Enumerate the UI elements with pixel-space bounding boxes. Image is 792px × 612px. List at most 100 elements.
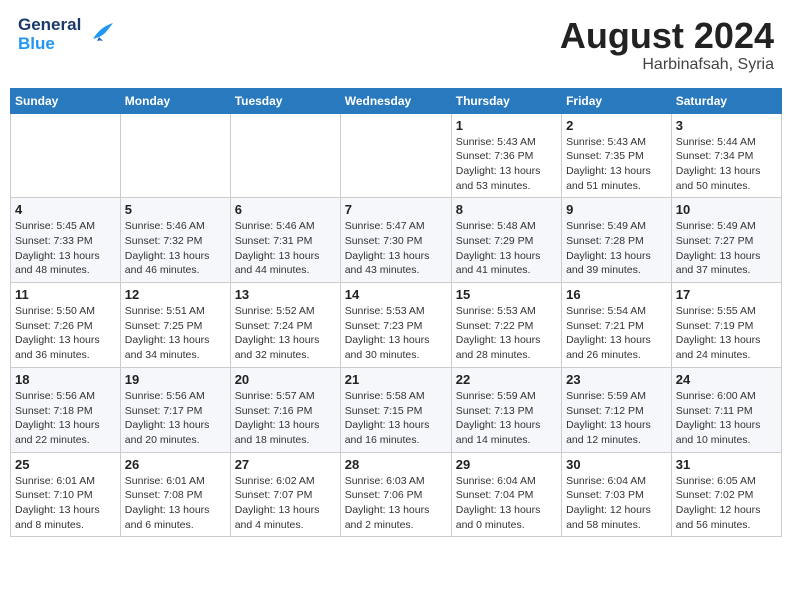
calendar-cell: 8Sunrise: 5:48 AMSunset: 7:29 PMDaylight… <box>451 198 561 283</box>
calendar-cell: 9 Sunrise: 5:49 AMSunset: 7:28 PMDaylight… <box>562 198 672 283</box>
day-info: Sunrise: 5:51 AMSunset: 7:25 PMDaylight:… <box>125 304 226 363</box>
calendar-cell: 17 Sunrise: 5:55 AMSunset: 7:19 PMDayligh… <box>671 283 781 368</box>
day-number: 7 <box>345 202 447 217</box>
day-number: 22 <box>456 372 557 387</box>
weekday-header-monday: Monday <box>120 88 230 113</box>
calendar-cell: 22 Sunrise: 5:59 AMSunset: 7:13 PMDayligh… <box>451 367 561 452</box>
day-info: Sunrise: 5:59 AMSunset: 7:13 PMDaylight:… <box>456 389 557 448</box>
calendar-cell: 20 Sunrise: 5:57 AMSunset: 7:16 PMDayligh… <box>230 367 340 452</box>
day-number: 4 <box>15 202 116 217</box>
calendar-cell: 24 Sunrise: 6:00 AMSunset: 7:11 PMDayligh… <box>671 367 781 452</box>
day-info: Sunrise: 5:53 AMSunset: 7:23 PMDaylight:… <box>345 304 447 363</box>
day-number: 17 <box>676 287 777 302</box>
day-number: 29 <box>456 457 557 472</box>
day-info: Sunrise: 5:58 AMSunset: 7:15 PMDaylight:… <box>345 389 447 448</box>
calendar-cell: 2 Sunrise: 5:43 AMSunset: 7:35 PMDaylight… <box>562 113 672 198</box>
day-number: 1 <box>456 118 557 133</box>
day-info: Sunrise: 6:04 AMSunset: 7:04 PMDaylight:… <box>456 474 557 533</box>
calendar-cell: 21Sunrise: 5:58 AMSunset: 7:15 PMDayligh… <box>340 367 451 452</box>
logo-blue: Blue <box>18 35 81 54</box>
day-info: Sunrise: 5:56 AMSunset: 7:17 PMDaylight:… <box>125 389 226 448</box>
calendar-cell: 6 Sunrise: 5:46 AMSunset: 7:31 PMDaylight… <box>230 198 340 283</box>
calendar-cell: 30Sunrise: 6:04 AMSunset: 7:03 PMDayligh… <box>562 452 672 537</box>
page-header: General Blue August 2024 Harbinafsah, Sy… <box>10 10 782 80</box>
day-number: 14 <box>345 287 447 302</box>
calendar-cell: 5Sunrise: 5:46 AMSunset: 7:32 PMDaylight… <box>120 198 230 283</box>
weekday-header-thursday: Thursday <box>451 88 561 113</box>
title-block: August 2024 Harbinafsah, Syria <box>560 16 774 74</box>
calendar-cell: 16Sunrise: 5:54 AMSunset: 7:21 PMDayligh… <box>562 283 672 368</box>
week-row-1: 1 Sunrise: 5:43 AMSunset: 7:36 PMDaylight… <box>11 113 782 198</box>
day-number: 31 <box>676 457 777 472</box>
weekday-header-wednesday: Wednesday <box>340 88 451 113</box>
day-number: 13 <box>235 287 336 302</box>
weekday-header-friday: Friday <box>562 88 672 113</box>
day-number: 26 <box>125 457 226 472</box>
calendar-cell <box>11 113 121 198</box>
day-number: 27 <box>235 457 336 472</box>
day-info: Sunrise: 5:43 AMSunset: 7:36 PMDaylight:… <box>456 135 557 194</box>
day-number: 23 <box>566 372 667 387</box>
day-number: 16 <box>566 287 667 302</box>
calendar-cell: 28 Sunrise: 6:03 AMSunset: 7:06 PMDayligh… <box>340 452 451 537</box>
calendar-cell <box>230 113 340 198</box>
day-info: Sunrise: 6:02 AMSunset: 7:07 PMDaylight:… <box>235 474 336 533</box>
day-info: Sunrise: 5:52 AMSunset: 7:24 PMDaylight:… <box>235 304 336 363</box>
day-info: Sunrise: 5:50 AMSunset: 7:26 PMDaylight:… <box>15 304 116 363</box>
day-info: Sunrise: 5:56 AMSunset: 7:18 PMDaylight:… <box>15 389 116 448</box>
day-info: Sunrise: 5:43 AMSunset: 7:35 PMDaylight:… <box>566 135 667 194</box>
day-info: Sunrise: 6:05 AMSunset: 7:02 PMDaylight:… <box>676 474 777 533</box>
calendar-cell <box>120 113 230 198</box>
day-info: Sunrise: 5:47 AMSunset: 7:30 PMDaylight:… <box>345 219 447 278</box>
day-number: 30 <box>566 457 667 472</box>
calendar-cell: 15Sunrise: 5:53 AMSunset: 7:22 PMDayligh… <box>451 283 561 368</box>
day-info: Sunrise: 5:44 AMSunset: 7:34 PMDaylight:… <box>676 135 777 194</box>
week-row-3: 11 Sunrise: 5:50 AMSunset: 7:26 PMDayligh… <box>11 283 782 368</box>
day-number: 12 <box>125 287 226 302</box>
calendar-cell: 14 Sunrise: 5:53 AMSunset: 7:23 PMDayligh… <box>340 283 451 368</box>
calendar-cell: 26Sunrise: 6:01 AMSunset: 7:08 PMDayligh… <box>120 452 230 537</box>
calendar-cell <box>340 113 451 198</box>
calendar-cell: 27 Sunrise: 6:02 AMSunset: 7:07 PMDayligh… <box>230 452 340 537</box>
calendar-cell: 29 Sunrise: 6:04 AMSunset: 7:04 PMDayligh… <box>451 452 561 537</box>
day-number: 24 <box>676 372 777 387</box>
day-number: 11 <box>15 287 116 302</box>
day-number: 6 <box>235 202 336 217</box>
week-row-4: 18 Sunrise: 5:56 AMSunset: 7:18 PMDayligh… <box>11 367 782 452</box>
day-info: Sunrise: 6:01 AMSunset: 7:10 PMDaylight:… <box>15 474 116 533</box>
day-number: 15 <box>456 287 557 302</box>
day-info: Sunrise: 5:46 AMSunset: 7:31 PMDaylight:… <box>235 219 336 278</box>
day-info: Sunrise: 5:49 AMSunset: 7:27 PMDaylight:… <box>676 219 777 278</box>
day-info: Sunrise: 5:49 AMSunset: 7:28 PMDaylight:… <box>566 219 667 278</box>
month-title: August 2024 <box>560 16 774 56</box>
calendar-cell: 23Sunrise: 5:59 AMSunset: 7:12 PMDayligh… <box>562 367 672 452</box>
calendar-cell: 10 Sunrise: 5:49 AMSunset: 7:27 PMDayligh… <box>671 198 781 283</box>
day-info: Sunrise: 6:00 AMSunset: 7:11 PMDaylight:… <box>676 389 777 448</box>
day-number: 19 <box>125 372 226 387</box>
calendar-cell: 18 Sunrise: 5:56 AMSunset: 7:18 PMDayligh… <box>11 367 121 452</box>
weekday-header-row: SundayMondayTuesdayWednesdayThursdayFrid… <box>11 88 782 113</box>
day-number: 9 <box>566 202 667 217</box>
week-row-2: 4 Sunrise: 5:45 AMSunset: 7:33 PMDaylight… <box>11 198 782 283</box>
calendar-cell: 19 Sunrise: 5:56 AMSunset: 7:17 PMDayligh… <box>120 367 230 452</box>
day-info: Sunrise: 5:45 AMSunset: 7:33 PMDaylight:… <box>15 219 116 278</box>
logo: General Blue <box>18 16 115 53</box>
weekday-header-sunday: Sunday <box>11 88 121 113</box>
day-info: Sunrise: 5:57 AMSunset: 7:16 PMDaylight:… <box>235 389 336 448</box>
day-info: Sunrise: 5:48 AMSunset: 7:29 PMDaylight:… <box>456 219 557 278</box>
calendar-cell: 31 Sunrise: 6:05 AMSunset: 7:02 PMDayligh… <box>671 452 781 537</box>
day-info: Sunrise: 5:46 AMSunset: 7:32 PMDaylight:… <box>125 219 226 278</box>
day-number: 28 <box>345 457 447 472</box>
calendar-cell: 13 Sunrise: 5:52 AMSunset: 7:24 PMDayligh… <box>230 283 340 368</box>
day-number: 18 <box>15 372 116 387</box>
calendar-cell: 4 Sunrise: 5:45 AMSunset: 7:33 PMDaylight… <box>11 198 121 283</box>
day-number: 2 <box>566 118 667 133</box>
day-info: Sunrise: 5:55 AMSunset: 7:19 PMDaylight:… <box>676 304 777 363</box>
day-number: 20 <box>235 372 336 387</box>
weekday-header-saturday: Saturday <box>671 88 781 113</box>
calendar-cell: 3Sunrise: 5:44 AMSunset: 7:34 PMDaylight… <box>671 113 781 198</box>
calendar-table: SundayMondayTuesdayWednesdayThursdayFrid… <box>10 88 782 538</box>
calendar-cell: 1 Sunrise: 5:43 AMSunset: 7:36 PMDaylight… <box>451 113 561 198</box>
day-info: Sunrise: 6:03 AMSunset: 7:06 PMDaylight:… <box>345 474 447 533</box>
day-number: 10 <box>676 202 777 217</box>
